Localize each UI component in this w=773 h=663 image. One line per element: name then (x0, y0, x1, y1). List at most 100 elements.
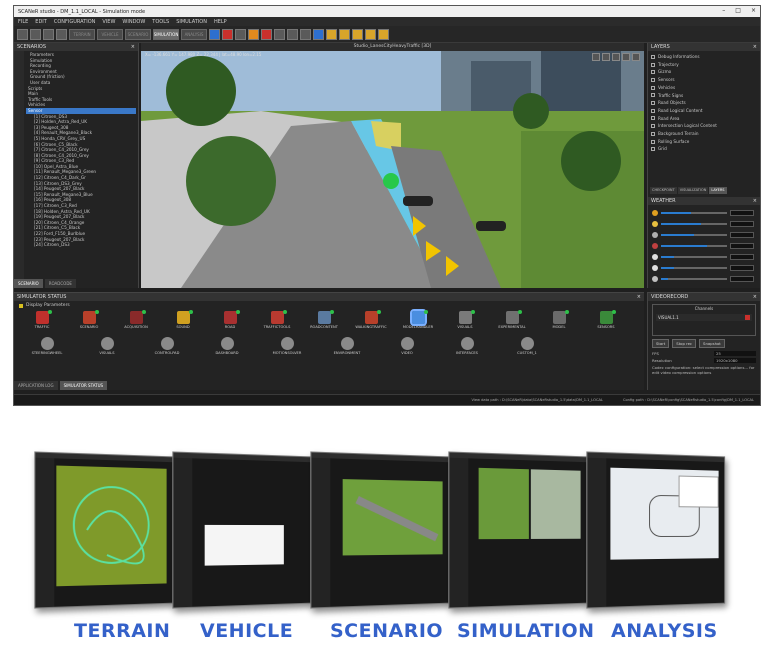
panel-close-icon[interactable]: × (131, 44, 135, 50)
select-icon[interactable] (313, 28, 324, 40)
view-settings-icon[interactable] (622, 53, 630, 61)
terrain-mode-button[interactable]: TERRAIN (69, 28, 95, 40)
vertical-tabs[interactable] (14, 51, 24, 288)
tree-item[interactable]: [24] Citroen_DS3 (26, 242, 136, 248)
layer-item[interactable]: Sensors (651, 76, 752, 84)
open-icon[interactable] (30, 28, 41, 40)
fps-field[interactable]: 25 (714, 351, 756, 356)
layer-item[interactable]: Grid (651, 145, 752, 153)
menu-view[interactable]: VIEW (102, 19, 115, 25)
module-visuals[interactable]: VISUALS (445, 310, 485, 335)
vehicle-mode-button[interactable]: VEHICLE (97, 28, 123, 40)
module-scenario[interactable]: SCENARIO (69, 310, 109, 335)
module-motionsolver[interactable]: MOTIONSOLVER (267, 337, 307, 361)
view-map-icon[interactable] (602, 53, 610, 61)
layer-checkbox[interactable] (651, 54, 655, 59)
layer-item[interactable]: Background Terrain (651, 130, 752, 138)
tab-roadcode[interactable]: ROADCODE (44, 279, 76, 288)
module-environment[interactable]: ENVIRONMENT (327, 337, 367, 361)
menu-help[interactable]: HELP (214, 19, 227, 25)
menu-tools[interactable]: TOOLS (152, 19, 169, 25)
simulation-mode-button[interactable]: SIMULATION (153, 28, 179, 40)
tab-visualization[interactable]: VISUALIZATION (677, 187, 709, 194)
display-parameters-checkbox[interactable] (19, 303, 23, 308)
tool-icon[interactable] (287, 28, 298, 40)
panel-close-icon[interactable]: × (637, 294, 641, 300)
close-icon[interactable]: × (751, 7, 756, 14)
layer-item[interactable]: Rolling Surface (651, 138, 752, 146)
weather-value-field[interactable] (730, 265, 754, 271)
module-custom_1[interactable]: CUSTOM_1 (507, 337, 547, 361)
stop-icon[interactable] (222, 28, 233, 40)
view-camera-icon[interactable] (612, 53, 620, 61)
panel-close-icon[interactable]: × (753, 44, 757, 50)
tab-checkpoint[interactable]: CHECKPOINT (650, 187, 677, 194)
module-steeringwheel[interactable]: STEERINGWHEEL (27, 337, 67, 361)
layer-item[interactable]: Debug Informations (651, 53, 752, 61)
analysis-mode-button[interactable]: ANALYSIS (181, 28, 207, 40)
panel-close-icon[interactable]: × (753, 198, 757, 204)
layer-item[interactable]: Traffic Signs (651, 92, 752, 100)
load-icon[interactable] (209, 28, 220, 40)
layer-checkbox[interactable] (651, 108, 655, 113)
layer-item[interactable]: Trajectory (651, 61, 752, 69)
weather-slider[interactable] (661, 234, 727, 236)
layer-item[interactable]: Intersection Logical Content (651, 122, 752, 130)
layer-checkbox[interactable] (651, 139, 655, 144)
view-grid-icon[interactable] (592, 53, 600, 61)
scenario-mode-button[interactable]: SCENARIO (125, 28, 151, 40)
layer-checkbox[interactable] (651, 101, 655, 106)
layer-item[interactable]: Road Logical Content (651, 107, 752, 115)
layer-checkbox[interactable] (651, 62, 655, 67)
tab-simulator-status[interactable]: SIMULATOR STATUS (59, 381, 108, 390)
module-visuals[interactable]: VISUALS (87, 337, 127, 361)
weather-slider[interactable] (661, 223, 727, 225)
step-icon[interactable] (274, 28, 285, 40)
layer-checkbox[interactable] (651, 124, 655, 129)
zoom-fit-icon[interactable] (339, 28, 350, 40)
menu-configuration[interactable]: CONFIGURATION (54, 19, 96, 25)
minimize-icon[interactable]: – (722, 7, 725, 14)
menu-window[interactable]: WINDOW (122, 19, 145, 25)
weather-slider[interactable] (661, 245, 727, 247)
record-icon[interactable] (261, 28, 272, 40)
module-sensors[interactable]: SENSORS (586, 310, 626, 335)
layer-checkbox[interactable] (651, 147, 655, 152)
module-interfaces[interactable]: INTERFACES (447, 337, 487, 361)
channel-row[interactable]: VISUAL1.1 (656, 314, 752, 321)
resolution-field[interactable]: 1920x1080 (714, 358, 756, 363)
panel-close-icon[interactable]: × (753, 294, 757, 300)
pause-icon[interactable] (248, 28, 259, 40)
layer-item[interactable]: Road Objects (651, 99, 752, 107)
layer-checkbox[interactable] (651, 93, 655, 98)
layer-checkbox[interactable] (651, 116, 655, 121)
module-road[interactable]: ROAD (210, 310, 250, 335)
module-traffictools[interactable]: TRAFFICTOOLS (257, 310, 297, 335)
menu-simulation[interactable]: SIMULATION (176, 19, 207, 25)
tab-layers[interactable]: LAYERS (709, 187, 727, 194)
module-controlpad[interactable]: CONTROLPAD (147, 337, 187, 361)
weather-value-field[interactable] (730, 276, 754, 282)
weather-slider[interactable] (661, 267, 727, 269)
tab-scenario[interactable]: SCENARIO (14, 279, 43, 288)
layer-item[interactable]: Gizmo (651, 68, 752, 76)
zoom-in-icon[interactable] (352, 28, 363, 40)
module-model[interactable]: MODEL (539, 310, 579, 335)
stop-record-button[interactable]: Stop rec (672, 339, 697, 348)
menu-file[interactable]: FILE (18, 19, 28, 25)
record-status-icon[interactable] (745, 315, 750, 320)
move-icon[interactable] (326, 28, 337, 40)
weather-value-field[interactable] (730, 210, 754, 216)
camera-icon[interactable] (378, 28, 389, 40)
weather-slider[interactable] (661, 212, 727, 214)
undo-icon[interactable] (56, 28, 67, 40)
new-icon[interactable] (17, 28, 28, 40)
module-sound[interactable]: SOUND (163, 310, 203, 335)
layer-checkbox[interactable] (651, 77, 655, 82)
menu-edit[interactable]: EDIT (35, 19, 47, 25)
start-record-button[interactable]: Start (652, 339, 670, 348)
view-info-icon[interactable] (632, 53, 640, 61)
save-icon[interactable] (43, 28, 54, 40)
layer-checkbox[interactable] (651, 70, 655, 75)
layer-checkbox[interactable] (651, 85, 655, 90)
